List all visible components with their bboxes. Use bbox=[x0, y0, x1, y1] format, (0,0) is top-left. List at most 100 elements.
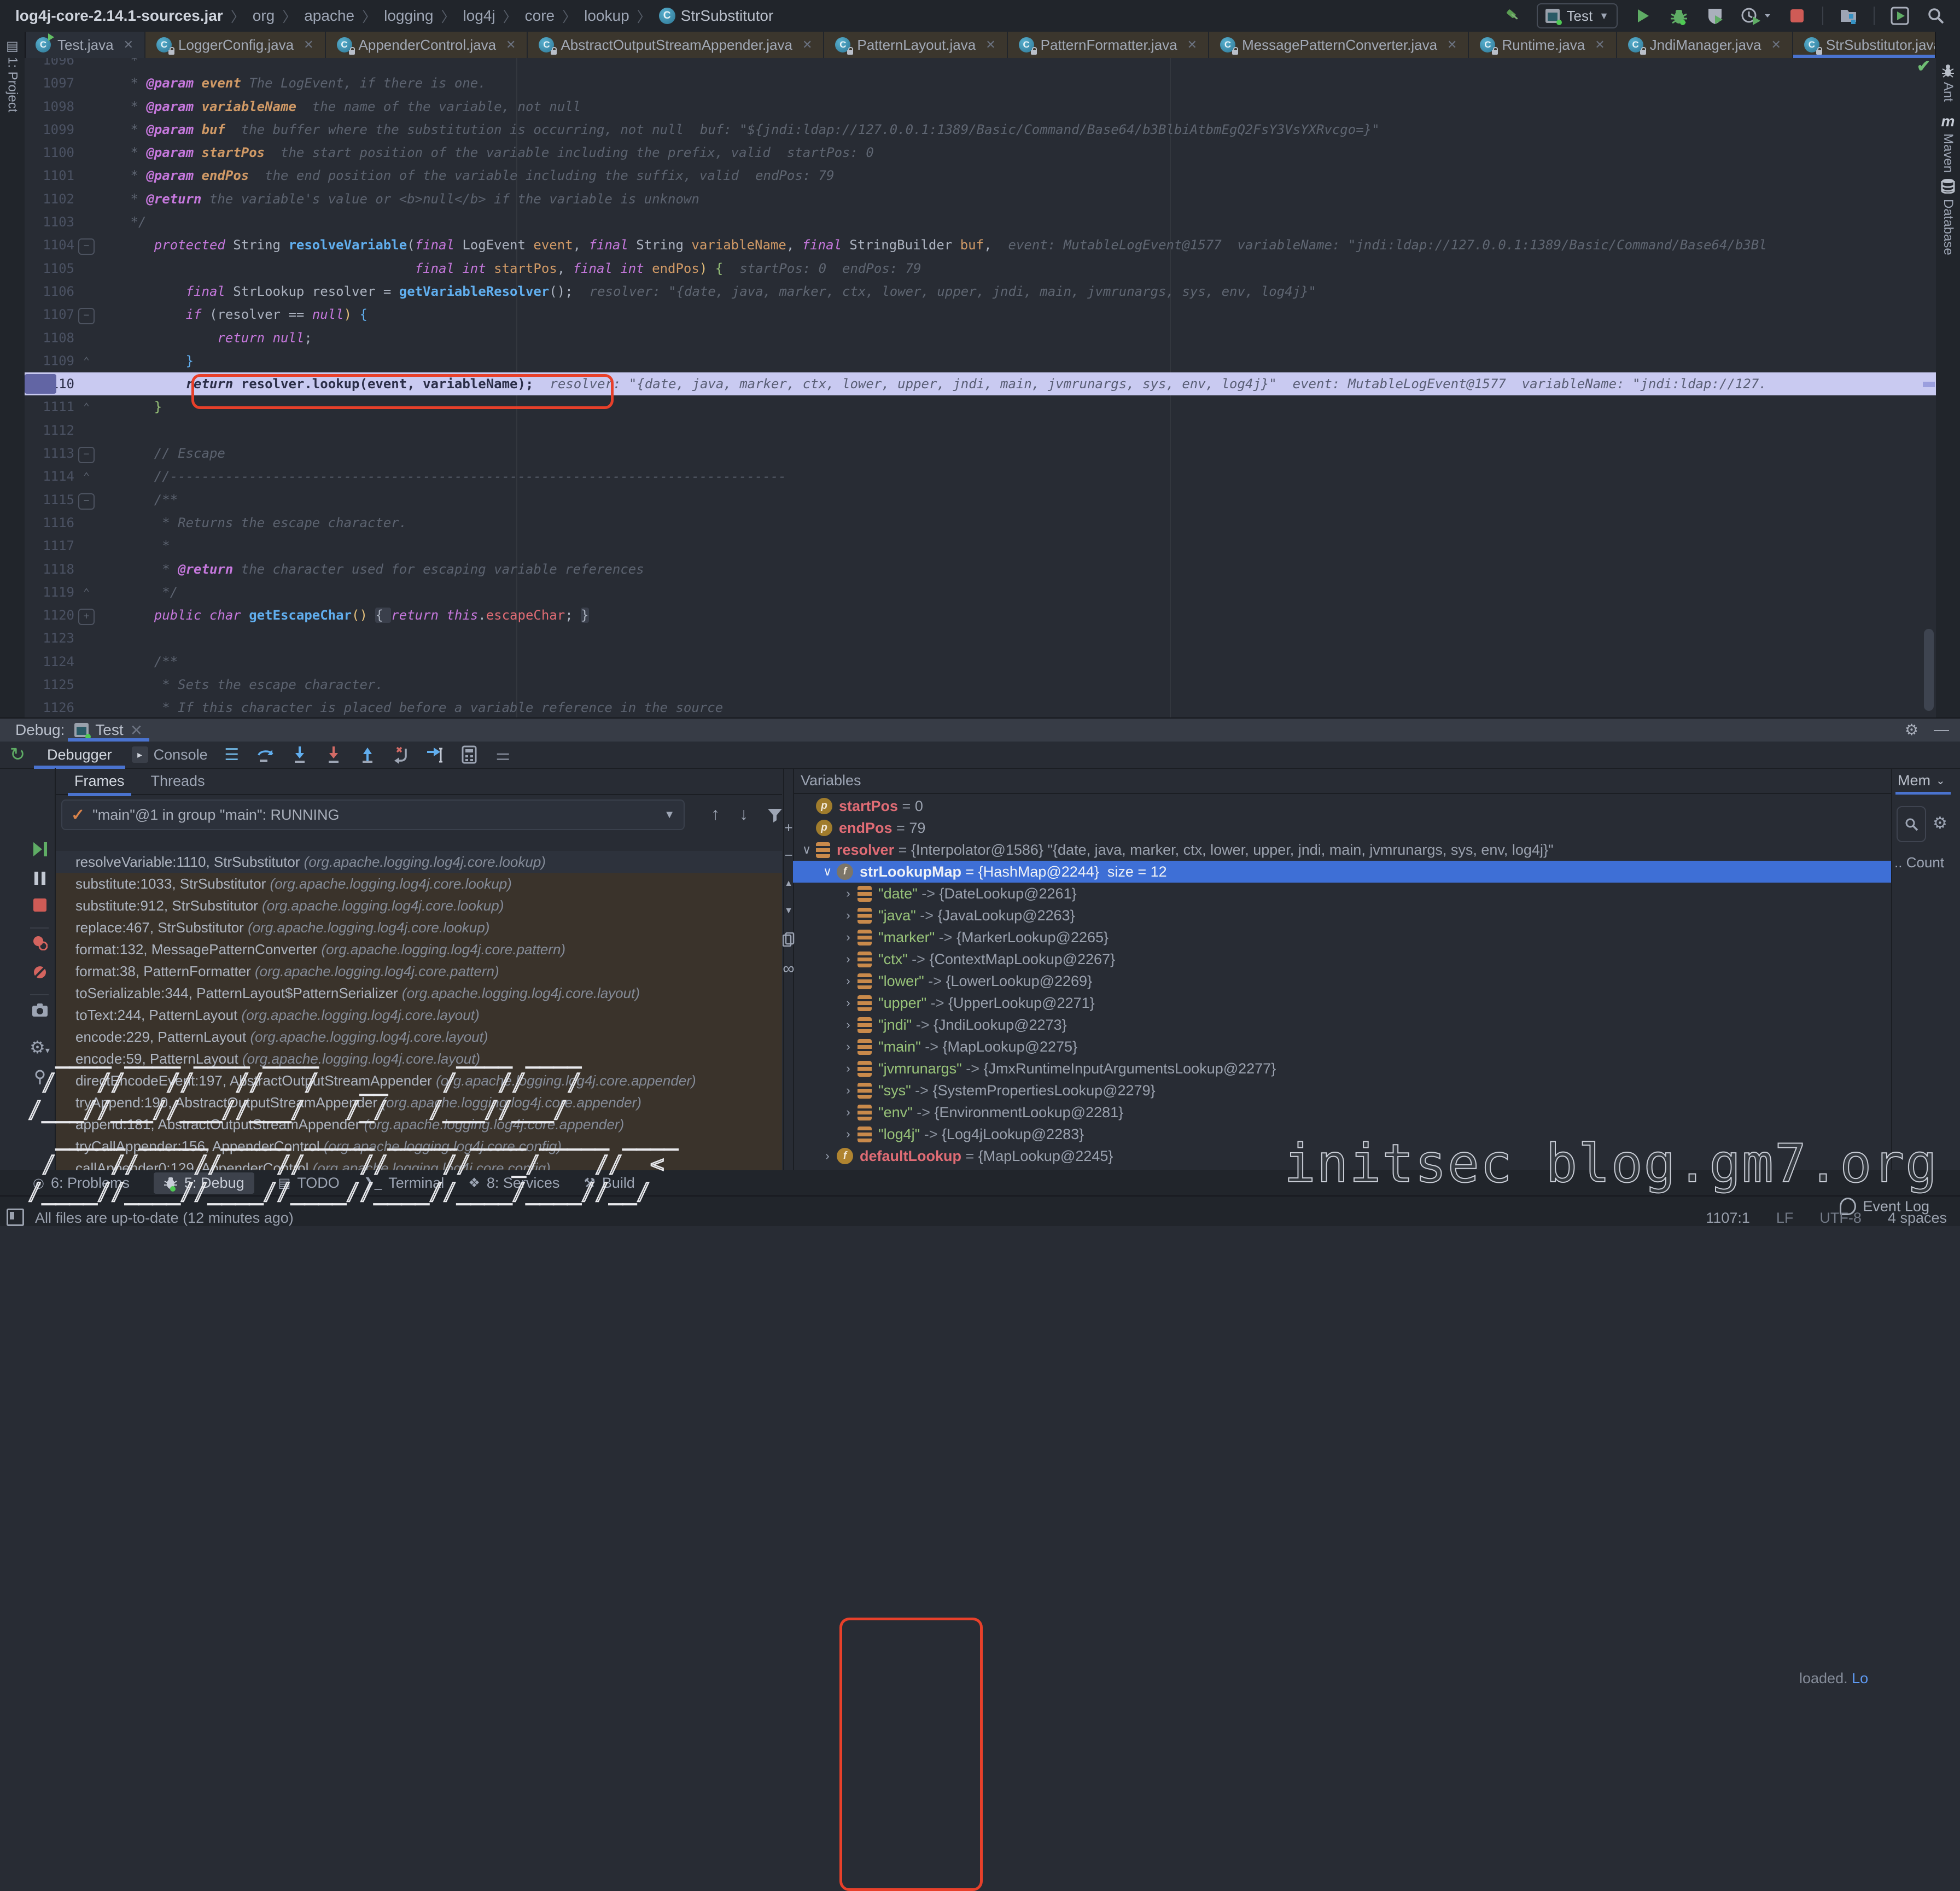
mute-breakpoints-icon[interactable] bbox=[32, 965, 48, 980]
force-step-into-icon[interactable] bbox=[324, 745, 343, 764]
run-with-coverage-button[interactable] bbox=[1704, 5, 1726, 27]
stack-frame[interactable]: substitute:1033, StrSubstitutor (org.apa… bbox=[56, 873, 782, 895]
indent-style[interactable]: 4 spaces bbox=[1888, 1210, 1947, 1227]
stack-frame[interactable]: directEncodeEvent:197, AbstractOutputStr… bbox=[56, 1070, 782, 1092]
close-icon[interactable]: ✕ bbox=[1595, 38, 1605, 52]
fold-marker[interactable]: ⌃ bbox=[74, 581, 98, 604]
drop-frame-icon[interactable] bbox=[392, 745, 411, 764]
step-over-icon[interactable] bbox=[256, 745, 276, 764]
variable-row[interactable]: ›"sys" -> {SystemPropertiesLookup@2279} bbox=[793, 1079, 1891, 1101]
debug-session-tab[interactable]: Test ✕ bbox=[65, 719, 153, 742]
editor-scrollbar[interactable] bbox=[1924, 629, 1934, 711]
editor-line-1109[interactable]: 1109⌃ } bbox=[25, 349, 1936, 372]
editor-line-1097[interactable]: 1097 * @param event The LogEvent, if the… bbox=[25, 72, 1936, 95]
variable-row[interactable]: pstartPos = 0 bbox=[793, 795, 1891, 817]
caret-position[interactable]: 1107:1 bbox=[1706, 1210, 1750, 1227]
run-to-cursor-icon[interactable] bbox=[425, 745, 445, 764]
editor-tab-MessagePatternConverter.java[interactable]: CMessagePatternConverter.java✕ bbox=[1209, 32, 1469, 58]
variable-row[interactable]: ›"lower" -> {LowerLookup@2269} bbox=[793, 970, 1891, 992]
tab-memory[interactable]: Mem⌄ bbox=[1898, 772, 1945, 789]
variable-row[interactable]: ›"main" -> {MapLookup@2275} bbox=[793, 1036, 1891, 1058]
editor-line-1119[interactable]: 1119⌃ */ bbox=[25, 581, 1936, 604]
encoding[interactable]: UTF-8 bbox=[1819, 1210, 1862, 1227]
close-icon[interactable]: ✕ bbox=[802, 38, 812, 52]
close-icon[interactable]: ✕ bbox=[130, 721, 143, 739]
step-out-icon[interactable] bbox=[358, 745, 377, 764]
toolwindow-button-Build[interactable]: ⚒Build bbox=[584, 1175, 635, 1192]
variable-row[interactable]: ›"jvmrunargs" -> {JmxRuntimeInputArgumen… bbox=[793, 1058, 1891, 1079]
editor-tab-JndiManager.java[interactable]: CJndiManager.java✕ bbox=[1617, 32, 1793, 58]
editor-line-1099[interactable]: 1099 * @param buf the buffer where the s… bbox=[25, 118, 1936, 141]
stack-frame[interactable]: substitute:912, StrSubstitutor (org.apac… bbox=[56, 895, 782, 917]
toolwindow-grid-icon[interactable] bbox=[7, 1209, 24, 1226]
remove-watch-icon[interactable]: − bbox=[784, 847, 792, 864]
pin-icon[interactable] bbox=[33, 1070, 46, 1085]
project-tool-icon[interactable]: ▤ bbox=[6, 38, 19, 54]
variable-row[interactable]: ›"java" -> {JavaLookup@2263} bbox=[793, 904, 1891, 926]
run-configuration-select[interactable]: Test ▼ bbox=[1537, 3, 1618, 28]
close-icon[interactable]: ✕ bbox=[1771, 38, 1781, 52]
stack-frame[interactable]: resolveVariable:1110, StrSubstitutor (or… bbox=[56, 851, 782, 873]
breadcrumb-item[interactable]: lookup bbox=[584, 7, 629, 25]
fold-marker[interactable]: − bbox=[74, 303, 98, 326]
editor-tab-Test.java[interactable]: CTest.java✕ bbox=[25, 32, 145, 58]
stack-frame[interactable]: tryCallAppender:156, AppenderControl (or… bbox=[56, 1135, 782, 1157]
step-into-icon[interactable] bbox=[290, 745, 310, 764]
layout-icon[interactable]: ☰ bbox=[222, 745, 242, 764]
variable-row[interactable]: ›"marker" -> {MarkerLookup@2265} bbox=[793, 926, 1891, 948]
editor-line-1112[interactable]: 1112 bbox=[25, 419, 1936, 442]
close-icon[interactable]: ✕ bbox=[1447, 38, 1457, 52]
settings-gear-icon[interactable]: ⚙ bbox=[1905, 721, 1918, 739]
variable-row[interactable]: ›"date" -> {DateLookup@2261} bbox=[793, 883, 1891, 904]
stack-frame[interactable]: format:38, PatternFormatter (org.apache.… bbox=[56, 960, 782, 982]
rerun-icon[interactable]: ↻ bbox=[8, 745, 27, 764]
variable-row[interactable]: ›fdefaultLookup = {MapLookup@2245} bbox=[793, 1145, 1891, 1167]
breadcrumb-current[interactable]: CStrSubstitutor bbox=[659, 7, 774, 25]
memory-settings-gear-icon[interactable]: ⚙ bbox=[1933, 814, 1947, 833]
frame-down-icon[interactable]: ↓ bbox=[739, 804, 748, 824]
editor-line-1113[interactable]: 1113− // Escape bbox=[25, 442, 1936, 465]
ant-icon[interactable] bbox=[1941, 63, 1955, 78]
stop-debug-icon[interactable] bbox=[33, 898, 47, 912]
build-hammer-icon[interactable] bbox=[1501, 5, 1522, 27]
variable-row[interactable]: ›"ctx" -> {ContextMapLookup@2267} bbox=[793, 948, 1891, 970]
fold-marker[interactable]: ⌃ bbox=[74, 465, 98, 488]
stack-frame[interactable]: callAppender0:129, AppenderControl (org.… bbox=[56, 1157, 782, 1171]
fold-marker[interactable]: + bbox=[74, 604, 98, 627]
stack-frame[interactable]: tryAppend:190, AbstractOutputStreamAppen… bbox=[56, 1092, 782, 1113]
minimize-icon[interactable]: — bbox=[1934, 721, 1949, 739]
editor-line-1126[interactable]: 1126 * If this character is placed befor… bbox=[25, 696, 1936, 717]
editor-tab-AbstractOutputStreamAppender.java[interactable]: CAbstractOutputStreamAppender.java✕ bbox=[528, 32, 824, 58]
editor-line-1106[interactable]: 1106 final StrLookup resolver = getVaria… bbox=[25, 280, 1936, 303]
sidebar-item-maven[interactable]: Maven bbox=[1940, 133, 1956, 173]
toolwindow-button-5: Debug[interactable]: 5: Debug bbox=[154, 1172, 254, 1194]
editor-line-1124[interactable]: 1124 /** bbox=[25, 650, 1936, 673]
sidebar-item-project[interactable]: 1: Project bbox=[5, 57, 20, 112]
breadcrumb-item[interactable]: log4j bbox=[463, 7, 495, 25]
view-breakpoints-icon[interactable] bbox=[32, 935, 48, 950]
fold-marker[interactable]: ⌃ bbox=[74, 349, 98, 372]
editor-tab-AppenderControl.java[interactable]: CAppenderControl.java✕ bbox=[326, 32, 528, 58]
toolwindow-button-Terminal[interactable]: ❯_Terminal bbox=[364, 1175, 445, 1192]
tab-threads[interactable]: Threads bbox=[151, 773, 205, 790]
tab-console[interactable]: ▸ Console bbox=[132, 746, 208, 763]
add-watch-icon[interactable]: + bbox=[784, 820, 792, 837]
evaluate-expression-icon[interactable] bbox=[459, 745, 479, 764]
breadcrumb-item[interactable]: logging bbox=[384, 7, 433, 25]
editor-line-1107[interactable]: 1107− if (resolver == null) { bbox=[25, 303, 1936, 326]
debug-button[interactable] bbox=[1668, 5, 1690, 27]
stop-button[interactable] bbox=[1786, 5, 1808, 27]
stack-frame[interactable]: toSerializable:344, PatternLayout$Patter… bbox=[56, 982, 782, 1004]
breadcrumb-item[interactable]: apache bbox=[304, 7, 354, 25]
variable-row[interactable]: ›"env" -> {EnvironmentLookup@2281} bbox=[793, 1101, 1891, 1123]
maven-icon[interactable]: m bbox=[1941, 113, 1955, 130]
fold-marker[interactable]: − bbox=[74, 234, 98, 256]
close-icon[interactable]: ✕ bbox=[124, 38, 133, 52]
editor-tab-LoggerConfig.java[interactable]: CLoggerConfig.java✕ bbox=[145, 32, 325, 58]
breadcrumb[interactable]: log4j-core-2.14.1-sources.jar〉org〉apache… bbox=[15, 6, 773, 26]
database-icon[interactable] bbox=[1941, 178, 1955, 194]
fold-marker[interactable]: − bbox=[74, 442, 98, 465]
run-anything-icon[interactable] bbox=[1889, 5, 1911, 27]
editor-line-1117[interactable]: 1117 * bbox=[25, 534, 1936, 557]
sidebar-item-database[interactable]: Database bbox=[1940, 199, 1956, 255]
